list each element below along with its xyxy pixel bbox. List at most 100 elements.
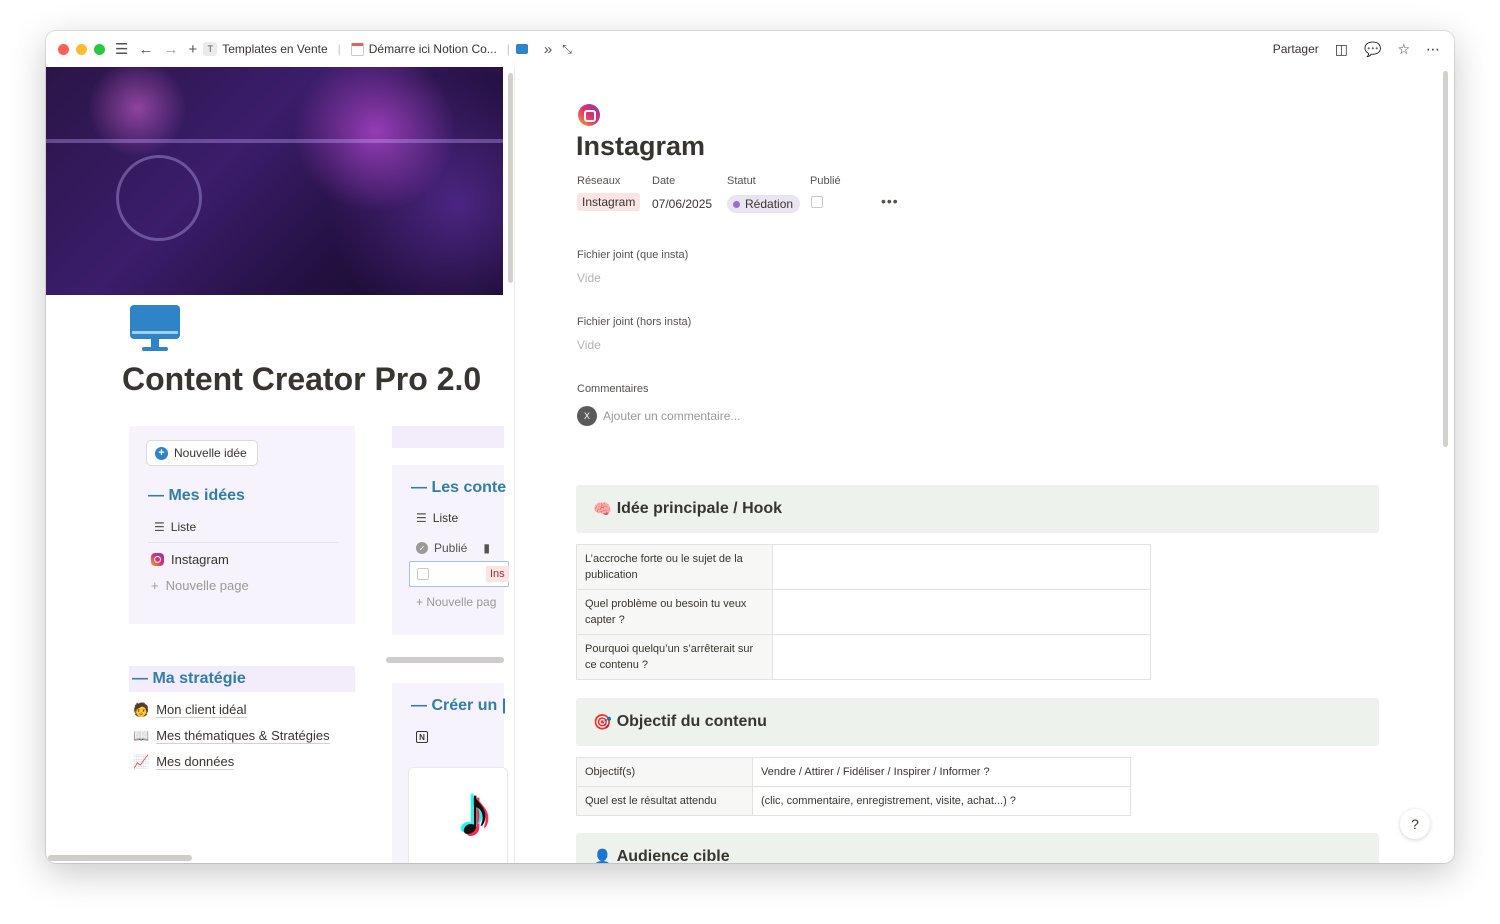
link-thematiques[interactable]: 📖 Mes thématiques & Stratégies [133,723,330,749]
link-label: Mon client idéal [156,702,247,718]
contents-horizontal-scrollbar[interactable] [386,657,504,663]
view-tab-label: Liste [432,511,459,525]
table-cell-question[interactable]: Quel est le résultat attendu [576,786,753,816]
expand-icon[interactable]: ⤡ [562,43,572,55]
cover-clock-shape [116,155,202,241]
table-row[interactable]: Ins [409,561,509,587]
contents-card-header-strip [392,426,504,448]
link-donnees[interactable]: 📈 Mes données [133,749,330,775]
help-button[interactable]: ? [1400,809,1430,839]
target-icon: 🎯 [593,714,612,731]
plus-circle-icon: + [155,446,168,460]
file-field-value[interactable]: Vide [577,338,601,352]
table-cell-question[interactable]: L’accroche forte ou le sujet de la publi… [576,544,773,590]
phone-icon: ▮ [483,541,490,555]
horizontal-scrollbar[interactable] [48,855,192,861]
calendar-icon [350,42,364,56]
notion-window: ☰ ← → + T Templates en Vente | Démarre i… [46,31,1454,863]
property-statut-value[interactable]: Rédation [727,195,801,213]
right-vertical-scrollbar[interactable] [1443,71,1448,447]
row-checkbox[interactable] [417,568,429,580]
close-window-button[interactable] [58,43,69,55]
divider [148,542,338,543]
breadcrumb-item-demarre[interactable]: Démarre ici Notion Co... [350,42,497,56]
tiktok-logo-icon: ♪ [457,772,492,850]
contents-card: — Les conte ☰ Liste ✓ Publié ▮ Ins + Nou… [392,465,509,635]
table-cell-answer[interactable]: Vendre / Attirer / Fidéliser / Inspirer … [752,757,1131,787]
property-date-value[interactable]: 07/06/2025 [652,197,712,211]
more-properties-icon[interactable]: ••• [881,193,899,209]
publie-checkbox[interactable] [811,196,823,208]
table-cell-answer[interactable] [772,634,1151,680]
more-options-icon[interactable]: ⋯ [1426,41,1440,58]
file-field-value[interactable]: Vide [577,271,601,285]
strategy-links: 🧑 Mon client idéal 📖 Mes thématiques & S… [133,697,330,775]
brain-icon: 🧠 [593,501,612,518]
breadcrumb-label: Templates en Vente [222,42,328,56]
tiktok-gallery-card[interactable]: ♪ [408,767,508,863]
new-page-button[interactable]: + Nouvelle pag [416,595,496,609]
list-icon: ☰ [416,511,427,525]
page-heading[interactable]: Instagram [576,131,705,162]
back-arrow-icon[interactable]: ← [138,42,153,57]
list-item[interactable]: Instagram [151,552,229,567]
forward-arrow-icon[interactable]: → [163,42,178,57]
side-panel-icon[interactable]: ◫ [1335,41,1348,58]
cover-shelf-shape [46,139,503,143]
table-cell-question[interactable]: Objectif(s) [576,757,753,787]
double-chevron-right-icon[interactable]: » [544,42,552,57]
table-cell-question[interactable]: Pourquoi quelqu’un s’arrêterait sur ce c… [576,634,773,680]
monitor-icon[interactable] [515,44,528,54]
table-row: Pourquoi quelqu’un s’arrêterait sur ce c… [576,634,1151,680]
page-monitor-icon[interactable] [130,305,180,353]
breadcrumb-item-templates[interactable]: T Templates en Vente [203,42,328,56]
share-button[interactable]: Partager [1273,42,1319,56]
table-cell-answer[interactable] [772,544,1151,590]
table-cell-question[interactable]: Quel problème ou besoin tu veux capter ? [576,589,773,635]
view-tab-list[interactable]: ☰ Liste [154,520,196,534]
view-tab-list[interactable]: ☰ Liste [416,511,458,525]
hook-table: L’accroche forte ou le sujet de la publi… [576,544,1151,680]
person-icon: 🧑 [133,702,150,717]
book-icon: 📖 [133,728,150,743]
view-tab-label: Liste [170,520,197,534]
left-vertical-scrollbar[interactable] [508,73,513,283]
table-cell-answer[interactable]: (clic, commentaire, enregistrement, visi… [752,786,1131,816]
new-page-button[interactable]: + Nouvelle page [151,578,249,593]
status-badge: Rédation [727,195,801,213]
comments-icon[interactable]: 💬 [1364,41,1381,58]
create-heading: — Créer un | [411,697,507,714]
check-circle-icon: ✓ [416,542,428,554]
list-icon: ☰ [154,520,165,534]
status-label: Rédation [745,197,794,211]
new-idea-button[interactable]: + Nouvelle idée [146,440,258,466]
traffic-lights [58,43,105,55]
column-header-publie[interactable]: ✓ Publié ▮ [416,541,490,555]
section-title: Objectif du contenu [616,713,767,730]
comment-input[interactable]: Ajouter un commentaire... [603,409,740,423]
plus-icon: + [416,595,427,609]
new-page-label: Nouvelle page [165,578,249,593]
cover-image [46,67,503,295]
section-hook: 🧠 Idée principale / Hook [576,485,1379,533]
page-title: Content Creator Pro 2.0 [122,361,482,397]
minimize-window-button[interactable] [76,43,87,55]
person-icon: 👤 [593,849,612,863]
table-row: L’accroche forte ou le sujet de la publi… [576,544,1151,590]
property-reseaux-value[interactable]: Instagram [577,193,641,211]
property-label-date: Date [652,175,676,187]
zoom-window-button[interactable] [94,43,105,55]
page-instagram-icon[interactable] [578,104,600,126]
table-row: Objectif(s) Vendre / Attirer / Fidéliser… [576,757,1131,787]
instagram-icon [151,553,164,566]
plus-icon[interactable]: + [188,42,197,57]
link-label: Mes thématiques & Stratégies [156,728,330,744]
network-tag: Ins [486,566,509,582]
table-cell-answer[interactable] [772,589,1151,635]
section-title: Audience cible [616,848,730,863]
help-icon: ? [1411,816,1419,832]
plus-icon: + [151,578,159,593]
menu-icon[interactable]: ☰ [115,42,128,57]
star-icon[interactable]: ☆ [1397,41,1410,58]
link-client-ideal[interactable]: 🧑 Mon client idéal [133,697,330,723]
